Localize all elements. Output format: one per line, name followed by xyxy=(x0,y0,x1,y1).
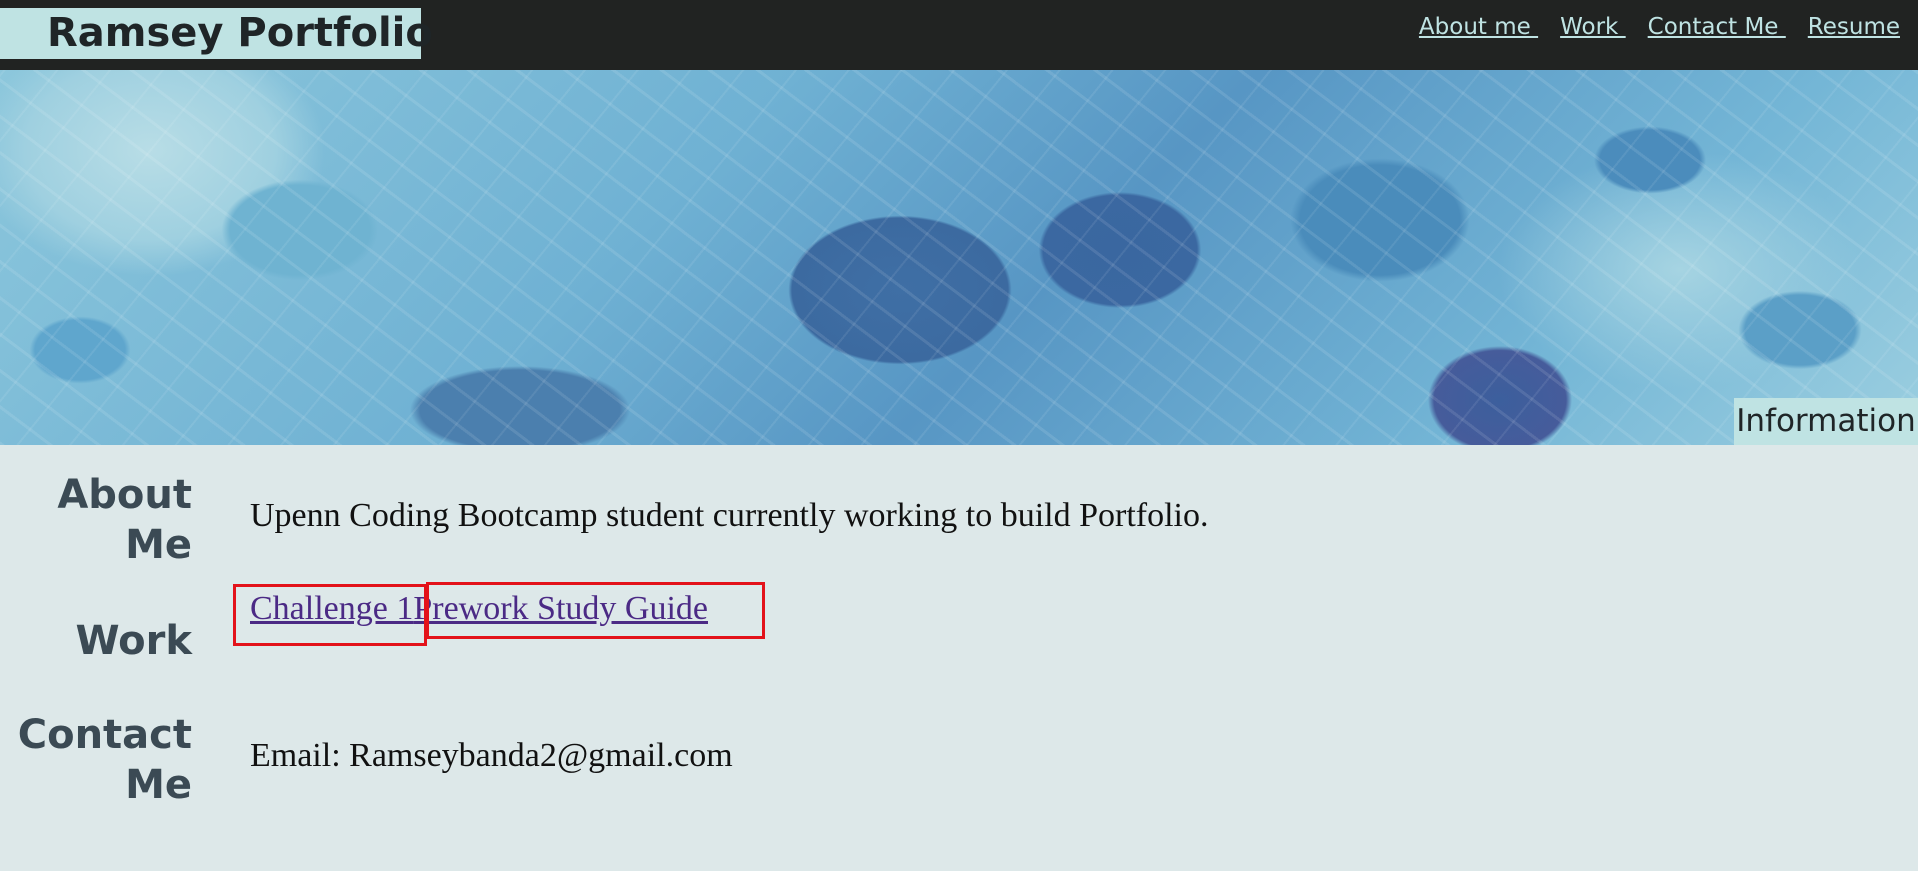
work-heading: Work xyxy=(75,618,192,664)
site-header: Ramsey Portfolio About me Work Contact M… xyxy=(0,0,1918,70)
nav-work-link[interactable]: Work xyxy=(1560,14,1626,40)
nav-contact-link[interactable]: Contact Me xyxy=(1648,14,1786,40)
highlight-box-challenge-1 xyxy=(233,584,427,646)
hero-texture xyxy=(0,70,1918,445)
contact-email-text: Email: Ramseybanda2@gmail.com xyxy=(250,737,733,774)
main-nav: About me Work Contact Me Resume xyxy=(1419,14,1900,40)
about-me-text: Upenn Coding Bootcamp student currently … xyxy=(250,497,1209,534)
information-badge: Information xyxy=(1734,398,1918,445)
highlight-box-prework xyxy=(426,582,765,639)
about-me-heading: About Me xyxy=(57,472,192,568)
site-title: Ramsey Portfolio xyxy=(0,8,433,59)
hero-banner-image: Information xyxy=(0,70,1918,445)
nav-resume-link[interactable]: Resume xyxy=(1808,14,1900,40)
contact-me-heading: Contact Me xyxy=(17,712,192,808)
nav-about-link[interactable]: About me xyxy=(1419,14,1538,40)
